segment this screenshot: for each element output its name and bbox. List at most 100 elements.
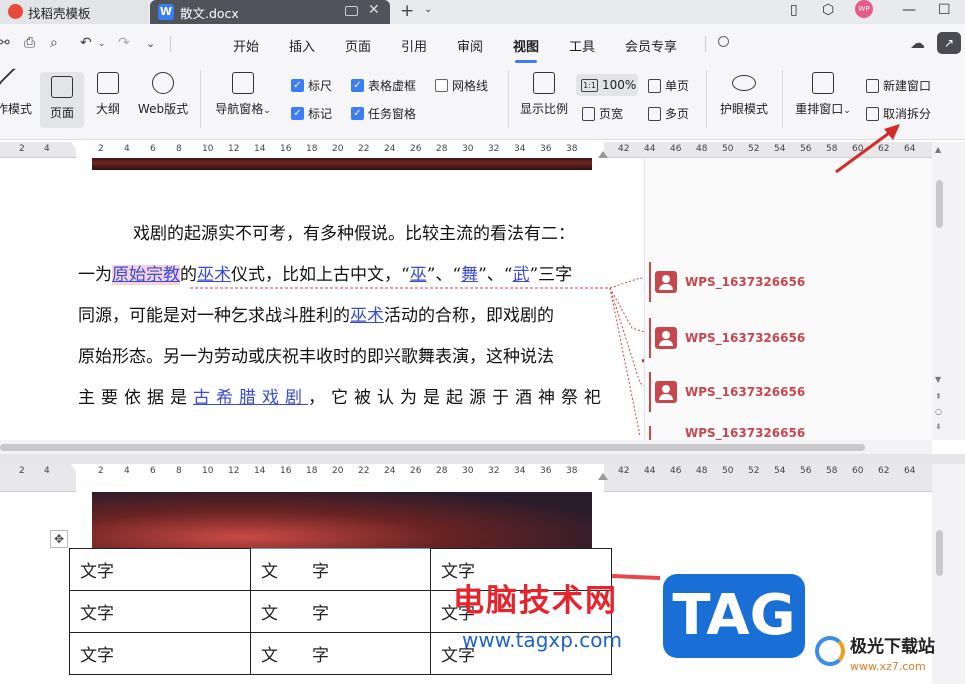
chevron-down-icon[interactable]: ⌄ (98, 39, 106, 49)
menu-page[interactable]: 页面 (345, 36, 371, 55)
ruler-tick-label: 52 (748, 144, 760, 154)
nav-pane-icon (232, 72, 254, 94)
ruler-checkbox[interactable]: ✓ 标尺 (291, 77, 332, 94)
table-gridlines-checkbox[interactable]: ✓ 表格虚框 (351, 77, 416, 94)
horizontal-ruler-top[interactable]: 4 2 2 4 6 8 10 12 14 16 18 20 22 24 26 28 30 32 34 36 38 42 44… (0, 142, 932, 158)
web-layout-button[interactable]: Web版式 (134, 72, 192, 117)
nav-pane-button[interactable]: 导航窗格⌄ (210, 72, 276, 117)
menu-tools[interactable]: 工具 (569, 36, 595, 55)
scroll-down-icon[interactable]: ▼ (935, 375, 941, 384)
next-page-icon[interactable]: ⇟ (935, 422, 942, 431)
cube-icon[interactable]: ⬡ (822, 2, 834, 18)
undo-icon[interactable]: ↶ (80, 35, 92, 51)
menu-view[interactable]: 视图 (513, 36, 539, 63)
ruler-tick-label: 14 (254, 144, 266, 154)
menu-start[interactable]: 开始 (233, 36, 259, 55)
checkbox-unchecked-icon (435, 79, 448, 92)
zoom-button[interactable]: 显示比例 (518, 72, 570, 117)
menu-member[interactable]: 会员专享 (625, 36, 677, 55)
table-cell[interactable]: 文 字 (250, 632, 431, 675)
ruler-tick-label: 30 (462, 144, 474, 154)
zoom-label: 显示比例 (519, 102, 568, 116)
task-pane-label: 任务窗格 (368, 107, 417, 121)
ruler-tick-label: 16 (280, 466, 292, 476)
menu-reference[interactable]: 引用 (401, 36, 427, 55)
table-cell[interactable]: 文 字 (250, 590, 431, 633)
page-width-button[interactable]: 页宽 (582, 105, 623, 122)
marks-checkbox[interactable]: ✓ 标记 (291, 105, 332, 122)
ruler-tick-label: 60 (852, 466, 864, 476)
ruler-tick-label: 20 (332, 466, 344, 476)
ruler-tick-label: 60 (852, 144, 864, 154)
new-window-button[interactable]: 新建窗口 (866, 77, 931, 94)
print-icon[interactable]: ⎙ (24, 35, 35, 51)
indent-marker-icon[interactable] (71, 142, 81, 149)
chevron-down-icon[interactable]: ⌄ (424, 4, 432, 15)
task-pane-checkbox[interactable]: ✓ 任务窗格 (351, 105, 416, 122)
maximize-icon[interactable]: ☐ (938, 2, 951, 18)
horizontal-scrollbar[interactable] (0, 440, 932, 454)
menu-review[interactable]: 审阅 (457, 36, 483, 55)
gridlines-checkbox[interactable]: 网格线 (435, 77, 488, 94)
multi-page-button[interactable]: 多页 (648, 105, 689, 122)
scrollbar-thumb[interactable] (936, 180, 943, 228)
scrollbar-thumb[interactable] (936, 530, 943, 576)
share-icon[interactable]: ↗ (937, 32, 961, 54)
window-layout-icon[interactable]: ▯ (790, 2, 798, 18)
table-cell[interactable]: 文字 (69, 590, 251, 633)
ruler-tick-label: 50 (722, 144, 734, 154)
zoom-100-button[interactable]: 1:1 100% (576, 74, 638, 96)
comment-item[interactable]: WPS_1637326656 (649, 426, 879, 440)
table-cell[interactable]: 文字 (69, 548, 251, 591)
page-view-button[interactable]: 页面 (40, 72, 84, 128)
minimize-icon[interactable]: — (902, 2, 916, 18)
tab-document[interactable]: W 散文.docx ✕ (150, 0, 390, 24)
new-tab-icon[interactable]: + (400, 1, 414, 21)
comment-item[interactable]: WPS_1637326656 (649, 318, 879, 358)
scroll-up-icon[interactable]: ▲ (935, 145, 941, 154)
ruler-tick-label: 38 (566, 466, 578, 476)
comment-item[interactable]: WPS_1637326656 (649, 262, 879, 302)
redo-icon[interactable]: ↷ (118, 35, 130, 51)
chevron-down-icon[interactable]: ⌄ (146, 37, 155, 50)
ruler-tick-label: 4 (124, 144, 130, 154)
cloud-sync-icon[interactable]: ☁ (910, 34, 925, 52)
cancel-split-button[interactable]: 取消拆分 (866, 105, 931, 122)
indent-marker-icon[interactable] (71, 464, 81, 471)
monitor-icon[interactable] (345, 6, 358, 16)
write-mode-button[interactable]: 作模式 (0, 67, 34, 117)
prev-page-icon[interactable]: ⇞ (935, 392, 942, 401)
horizontal-ruler-bottom[interactable]: 4 2 2 4 6 8 10 12 14 16 18 20 22 24 26 28 30 32 34 36 38 42 44… (0, 464, 932, 492)
chevron-down-icon: ⌄ (263, 106, 271, 116)
right-indent-marker-icon[interactable] (598, 473, 608, 480)
single-page-button[interactable]: 单页 (648, 77, 689, 94)
document-pane-top[interactable]: 戏剧的起源实不可考，有多种假说。比较主流的看法有二： 一为原始宗教的巫术仪式，比… (0, 158, 932, 440)
eye-mode-button[interactable]: 护眼模式 (716, 72, 772, 117)
ruler-tick-label: 8 (176, 466, 182, 476)
split-divider[interactable] (0, 454, 965, 464)
new-window-label: 新建窗口 (883, 79, 932, 93)
table-cell[interactable]: 文字 (69, 632, 251, 675)
avatar[interactable]: WP (855, 0, 873, 18)
tag-logo: TAG (663, 574, 805, 658)
scrollbar-thumb[interactable] (0, 444, 865, 451)
right-indent-marker-icon[interactable] (598, 151, 608, 158)
table-move-handle-icon[interactable]: ✥ (50, 530, 68, 548)
ruler-tick-label: 30 (462, 466, 474, 476)
menu-insert[interactable]: 插入 (289, 36, 315, 55)
print-preview-icon[interactable]: ⌕ (50, 35, 58, 51)
divider (170, 36, 171, 52)
outline-button[interactable]: 大纲 (90, 72, 126, 117)
rearrange-window-button[interactable]: 重排窗口⌄ (792, 72, 854, 117)
link-icon[interactable]: ⚯ (0, 35, 10, 51)
search-icon[interactable] (718, 36, 729, 47)
comment-item[interactable]: WPS_1637326656 (649, 372, 879, 412)
ruler-tick-label: 52 (748, 466, 760, 476)
chevron-down-icon: ⌄ (843, 106, 851, 116)
table-cell[interactable]: 文 字 (250, 548, 431, 591)
site-url: www.xz7.com (850, 660, 926, 673)
tab-templates[interactable]: 找稻壳模板 (0, 0, 148, 24)
ruler-tick-label: 2 (98, 144, 104, 154)
select-browse-icon[interactable]: ○ (935, 407, 942, 416)
close-tab-icon[interactable]: ✕ (368, 2, 380, 18)
